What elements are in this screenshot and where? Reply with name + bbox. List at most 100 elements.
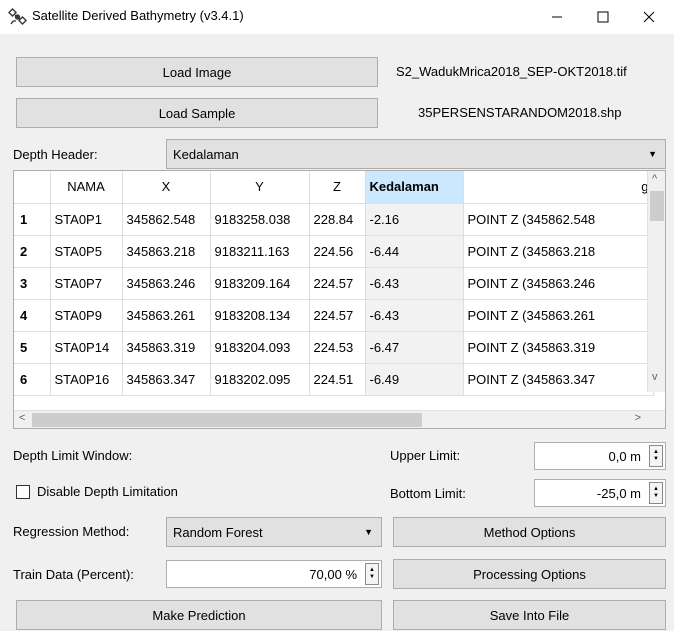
column-header-z[interactable]: Z bbox=[309, 171, 366, 204]
cell-z: 224.56 bbox=[309, 235, 366, 268]
cell-z: 224.57 bbox=[309, 267, 366, 300]
bottom-limit-label: Bottom Limit: bbox=[390, 486, 466, 501]
cell-y: 9183208.134 bbox=[210, 299, 310, 332]
cell-x: 345863.319 bbox=[122, 331, 211, 364]
table-row[interactable]: 5 STA0P14 345863.319 9183204.093 224.53 … bbox=[14, 331, 654, 364]
save-into-file-button[interactable]: Save Into File bbox=[393, 600, 666, 630]
row-number: 6 bbox=[14, 363, 51, 396]
window-title: Satellite Derived Bathymetry (v3.4.1) bbox=[32, 8, 244, 23]
close-button[interactable] bbox=[626, 0, 672, 34]
scroll-down-icon[interactable]: v bbox=[652, 371, 658, 383]
cell-y: 9183209.164 bbox=[210, 267, 310, 300]
vertical-scrollbar[interactable]: ^ v bbox=[647, 171, 665, 392]
cell-x: 345863.347 bbox=[122, 363, 211, 396]
cell-kedalaman: -6.43 bbox=[365, 267, 464, 300]
vertical-scroll-thumb[interactable] bbox=[650, 191, 664, 221]
horizontal-scrollbar[interactable]: < > bbox=[14, 410, 665, 428]
table-header-row: NAMA X Y Z Kedalaman g bbox=[14, 171, 654, 204]
table-row[interactable]: 1 STA0P1 345862.548 9183258.038 228.84 -… bbox=[14, 203, 654, 236]
data-table: NAMA X Y Z Kedalaman g 1 STA0P1 345862.5… bbox=[14, 171, 654, 396]
column-header-geometry[interactable]: g bbox=[463, 171, 654, 204]
regression-method-select[interactable]: Random Forest ▼ bbox=[166, 517, 382, 547]
maximize-icon bbox=[597, 11, 609, 23]
cell-nama: STA0P16 bbox=[50, 363, 123, 396]
row-number: 2 bbox=[14, 235, 51, 268]
cell-x: 345862.548 bbox=[122, 203, 211, 236]
regression-method-value: Random Forest bbox=[173, 524, 263, 540]
scroll-up-icon[interactable]: ^ bbox=[652, 173, 657, 185]
load-image-button[interactable]: Load Image bbox=[16, 57, 378, 87]
cell-y: 9183258.038 bbox=[210, 203, 310, 236]
train-data-spinbox[interactable]: 70,00 % ▲ ▼ bbox=[166, 560, 382, 588]
cell-geometry: POINT Z (345862.548 bbox=[463, 203, 654, 236]
table-row[interactable]: 3 STA0P7 345863.246 9183209.164 224.57 -… bbox=[14, 267, 654, 300]
table-row[interactable]: 6 STA0P16 345863.347 9183202.095 224.51 … bbox=[14, 363, 654, 396]
cell-z: 224.53 bbox=[309, 331, 366, 364]
cell-nama: STA0P9 bbox=[50, 299, 123, 332]
depth-limit-window-label: Depth Limit Window: bbox=[13, 448, 133, 463]
cell-z: 224.57 bbox=[309, 299, 366, 332]
cell-nama: STA0P7 bbox=[50, 267, 123, 300]
minimize-button[interactable] bbox=[534, 0, 580, 34]
cell-y: 9183211.163 bbox=[210, 235, 310, 268]
cell-x: 345863.218 bbox=[122, 235, 211, 268]
spin-arrows-icon[interactable]: ▲ ▼ bbox=[365, 563, 379, 585]
chevron-down-icon: ▼ bbox=[648, 149, 657, 159]
load-sample-button[interactable]: Load Sample bbox=[16, 98, 378, 128]
bottom-limit-value: -25,0 m bbox=[596, 485, 641, 501]
upper-limit-spinbox[interactable]: 0,0 m ▲ ▼ bbox=[534, 442, 666, 470]
image-file-label: S2_WadukMrica2018_SEP-OKT2018.tif bbox=[396, 64, 627, 79]
close-icon bbox=[643, 11, 655, 23]
cell-kedalaman: -6.43 bbox=[365, 299, 464, 332]
processing-options-button[interactable]: Processing Options bbox=[393, 559, 666, 589]
cell-geometry: POINT Z (345863.218 bbox=[463, 235, 654, 268]
table-row[interactable]: 4 STA0P9 345863.261 9183208.134 224.57 -… bbox=[14, 299, 654, 332]
depth-header-label: Depth Header: bbox=[13, 147, 98, 162]
cell-kedalaman: -6.44 bbox=[365, 235, 464, 268]
row-number: 4 bbox=[14, 299, 51, 332]
cell-geometry: POINT Z (345863.261 bbox=[463, 299, 654, 332]
cell-geometry: POINT Z (345863.347 bbox=[463, 363, 654, 396]
table-row[interactable]: 2 STA0P5 345863.218 9183211.163 224.56 -… bbox=[14, 235, 654, 268]
column-header-y[interactable]: Y bbox=[210, 171, 310, 204]
cell-x: 345863.261 bbox=[122, 299, 211, 332]
column-header-kedalaman[interactable]: Kedalaman bbox=[365, 171, 464, 204]
attribute-table[interactable]: NAMA X Y Z Kedalaman g 1 STA0P1 345862.5… bbox=[13, 170, 666, 429]
row-number: 5 bbox=[14, 331, 51, 364]
satellite-icon bbox=[8, 7, 28, 26]
depth-header-value: Kedalaman bbox=[173, 146, 239, 162]
regression-method-label: Regression Method: bbox=[13, 524, 130, 539]
cell-y: 9183204.093 bbox=[210, 331, 310, 364]
minimize-icon bbox=[552, 16, 562, 18]
scroll-right-icon[interactable]: > bbox=[635, 412, 641, 424]
column-header-index bbox=[14, 171, 51, 204]
cell-kedalaman: -6.49 bbox=[365, 363, 464, 396]
cell-geometry: POINT Z (345863.319 bbox=[463, 331, 654, 364]
train-data-label: Train Data (Percent): bbox=[13, 567, 134, 582]
cell-geometry: POINT Z (345863.246 bbox=[463, 267, 654, 300]
train-data-value: 70,00 % bbox=[309, 566, 357, 582]
spin-arrows-icon[interactable]: ▲ ▼ bbox=[649, 445, 663, 467]
column-header-nama[interactable]: NAMA bbox=[50, 171, 123, 204]
upper-limit-label: Upper Limit: bbox=[390, 448, 461, 463]
bottom-limit-spinbox[interactable]: -25,0 m ▲ ▼ bbox=[534, 479, 666, 507]
disable-depth-label: Disable Depth Limitation bbox=[37, 484, 178, 499]
sample-file-label: 35PERSENSTARANDOM2018.shp bbox=[418, 105, 622, 120]
method-options-button[interactable]: Method Options bbox=[393, 517, 666, 547]
make-prediction-button[interactable]: Make Prediction bbox=[16, 600, 382, 630]
horizontal-scroll-thumb[interactable] bbox=[32, 413, 422, 427]
cell-nama: STA0P1 bbox=[50, 203, 123, 236]
chevron-down-icon: ▼ bbox=[364, 527, 373, 537]
column-header-x[interactable]: X bbox=[122, 171, 211, 204]
cell-kedalaman: -6.47 bbox=[365, 331, 464, 364]
maximize-button[interactable] bbox=[580, 0, 626, 34]
cell-x: 345863.246 bbox=[122, 267, 211, 300]
cell-nama: STA0P14 bbox=[50, 331, 123, 364]
depth-header-select[interactable]: Kedalaman ▼ bbox=[166, 139, 666, 169]
title-bar: Satellite Derived Bathymetry (v3.4.1) bbox=[0, 0, 674, 34]
scroll-left-icon[interactable]: < bbox=[19, 412, 25, 424]
spin-arrows-icon[interactable]: ▲ ▼ bbox=[649, 482, 663, 504]
disable-depth-checkbox[interactable] bbox=[16, 485, 30, 499]
cell-nama: STA0P5 bbox=[50, 235, 123, 268]
cell-z: 228.84 bbox=[309, 203, 366, 236]
